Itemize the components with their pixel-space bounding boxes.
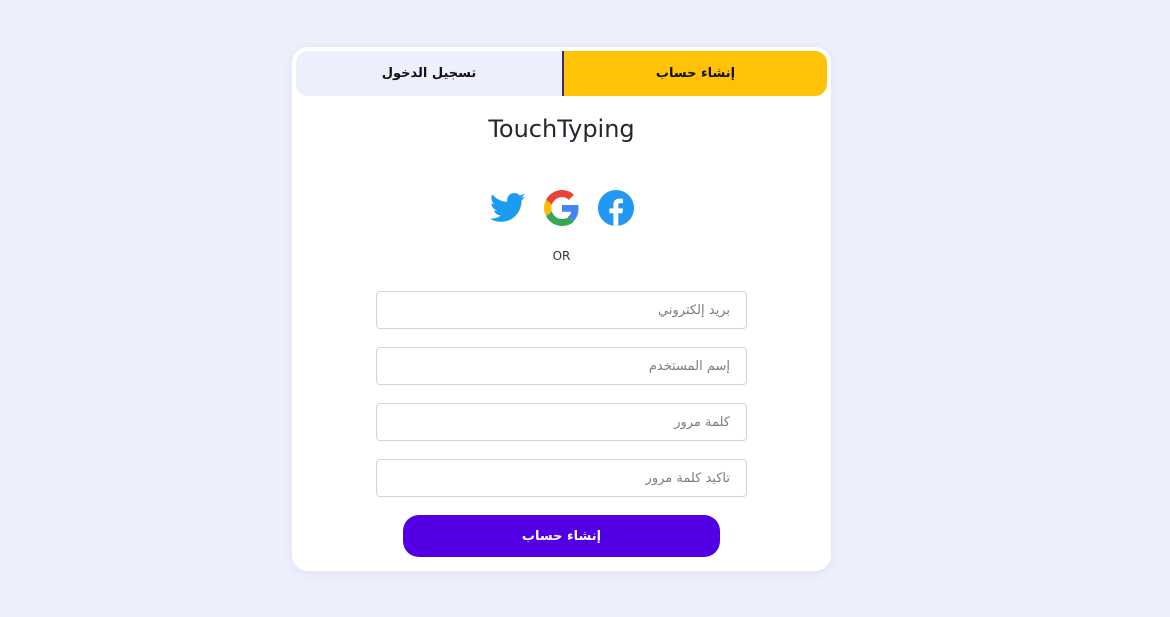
confirm-password-field[interactable] bbox=[376, 459, 747, 497]
username-field[interactable] bbox=[376, 347, 747, 385]
tab-signup[interactable]: إنشاء حساب bbox=[562, 51, 827, 96]
auth-tabs: تسجيل الدخول إنشاء حساب bbox=[296, 51, 827, 96]
google-login-button[interactable] bbox=[543, 190, 580, 226]
or-divider: OR bbox=[552, 249, 571, 263]
password-field[interactable] bbox=[376, 403, 747, 441]
twitter-login-button[interactable] bbox=[489, 190, 526, 226]
social-login-group bbox=[292, 190, 831, 226]
tab-login-label: تسجيل الدخول bbox=[381, 66, 477, 81]
tab-signup-label: إنشاء حساب bbox=[655, 66, 736, 81]
facebook-icon bbox=[597, 190, 634, 226]
create-account-button[interactable]: إنشاء حساب bbox=[403, 515, 720, 557]
email-field[interactable] bbox=[376, 291, 747, 329]
tab-login[interactable]: تسجيل الدخول bbox=[296, 51, 562, 96]
signup-card: تسجيل الدخول إنشاء حساب TouchTyping OR ب… bbox=[292, 47, 831, 571]
facebook-login-button[interactable] bbox=[597, 190, 634, 226]
brand-title: TouchTyping bbox=[488, 115, 635, 143]
google-icon bbox=[543, 190, 579, 226]
twitter-icon bbox=[489, 193, 525, 222]
